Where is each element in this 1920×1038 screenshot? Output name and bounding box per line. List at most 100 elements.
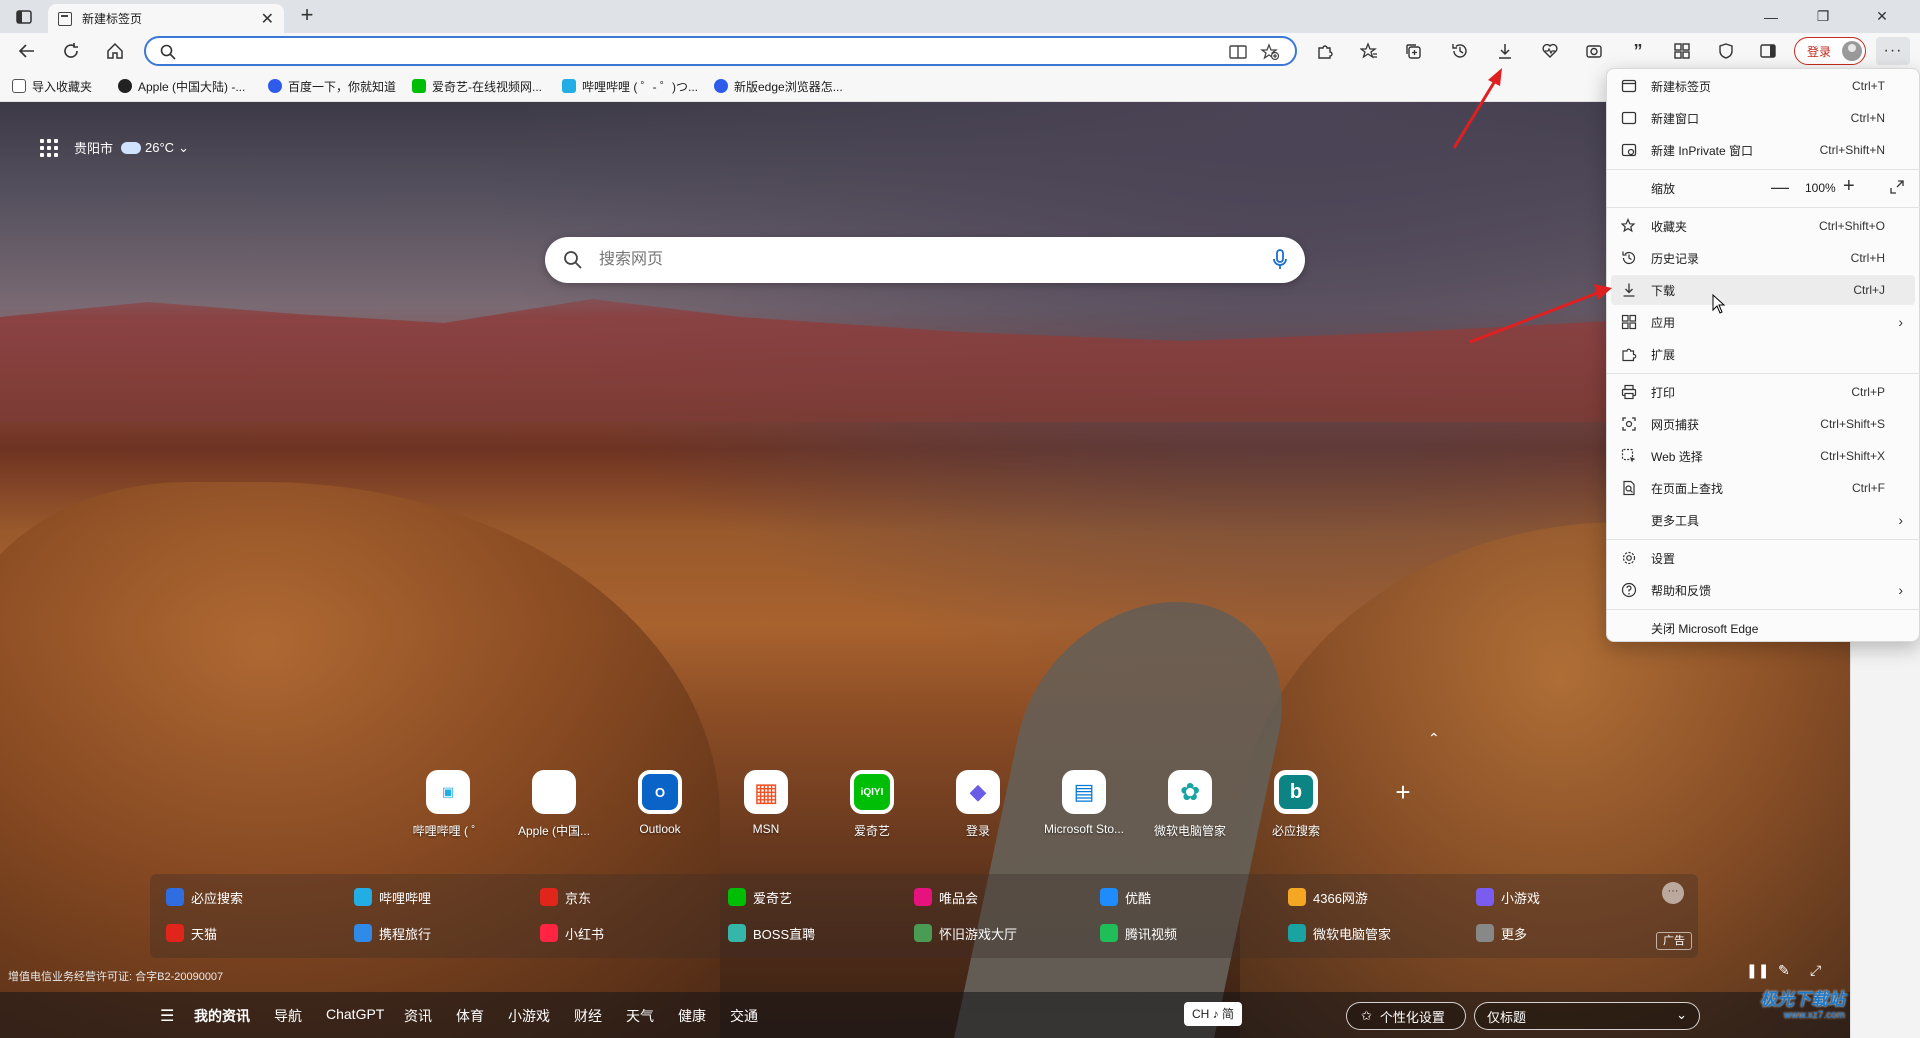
quick-link-tile[interactable]: ▣ 哔哩哔哩 ( ゜ <box>400 770 496 839</box>
menu-item-find[interactable]: 在页面上查找 Ctrl+F <box>1611 473 1915 503</box>
menu-item-close-edge[interactable]: 关闭 Microsoft Edge <box>1611 613 1915 643</box>
quick-link-tile[interactable]: O Outlook <box>612 770 708 836</box>
tab-actions-button[interactable] <box>10 5 38 29</box>
favorites-button[interactable] <box>1357 39 1381 63</box>
site-link[interactable]: 携程旅行 <box>354 922 431 944</box>
site-link[interactable]: 唯品会 <box>914 886 978 908</box>
quick-link-tile[interactable]: iQIYI 爱奇艺 <box>824 770 920 839</box>
tab-new-tab[interactable]: 新建标签页 ✕ <box>48 4 284 33</box>
menu-item-apps[interactable]: 应用 › <box>1611 307 1915 337</box>
menu-item-new-tab[interactable]: 新建标签页 Ctrl+T <box>1611 71 1915 101</box>
site-link[interactable]: 微软电脑管家 <box>1288 922 1391 944</box>
site-link[interactable]: 小游戏 <box>1476 886 1540 908</box>
quick-link-tile[interactable]: Apple (中国... <box>506 770 602 839</box>
close-window-button[interactable]: ✕ <box>1852 0 1912 33</box>
refresh-button[interactable] <box>56 37 86 65</box>
feed-tab[interactable]: 体育 <box>456 1006 484 1026</box>
site-link[interactable]: 爱奇艺 <box>728 886 792 908</box>
quote-button[interactable]: ” <box>1626 39 1650 63</box>
browser-essentials-button[interactable] <box>1714 39 1738 63</box>
chevron-down-icon[interactable]: ⌄ <box>178 140 189 156</box>
layout-select[interactable]: 仅标题 ⌄ <box>1474 1002 1700 1030</box>
menu-item-new-window[interactable]: 新建窗口 Ctrl+N <box>1611 103 1915 133</box>
web-search-box[interactable] <box>545 237 1305 283</box>
home-button[interactable] <box>100 37 130 65</box>
quick-link-tile[interactable]: b 必应搜索 <box>1248 770 1344 839</box>
site-link[interactable]: BOSS直聘 <box>728 922 815 944</box>
menu-item-history[interactable]: 历史记录 Ctrl+H <box>1611 243 1915 273</box>
add-favorite-icon[interactable] <box>1260 43 1280 61</box>
quick-link-tile[interactable]: ◆ 登录 <box>930 770 1026 839</box>
favorite-item[interactable]: Apple (中国大陆) -... <box>118 77 245 95</box>
fullscreen-icon[interactable] <box>1889 179 1905 195</box>
downloads-button[interactable] <box>1493 39 1517 63</box>
quick-link-tile[interactable]: ▤ Microsoft Sto... <box>1036 770 1132 836</box>
address-bar[interactable] <box>144 36 1297 66</box>
site-link[interactable]: 优酷 <box>1100 886 1151 908</box>
feed-tab[interactable]: 我的资讯 <box>194 1006 250 1026</box>
menu-item-help[interactable]: 帮助和反馈 › <box>1611 575 1915 605</box>
microphone-icon[interactable] <box>1273 249 1287 271</box>
quick-link-tile[interactable]: ▦ MSN <box>718 770 814 836</box>
new-tab-button[interactable]: + <box>294 3 320 29</box>
feed-tab[interactable]: 财经 <box>574 1006 602 1026</box>
edit-background-icon[interactable]: ✎ <box>1778 962 1790 979</box>
extensions-button[interactable] <box>1313 39 1337 63</box>
menu-item-more-tools[interactable]: 更多工具 › <box>1611 505 1915 535</box>
menu-item-favorites[interactable]: 收藏夹 Ctrl+Shift+O <box>1611 211 1915 241</box>
feed-tab[interactable]: 小游戏 <box>508 1006 550 1026</box>
feed-tab[interactable]: 健康 <box>678 1006 706 1026</box>
reader-mode-icon[interactable] <box>1228 43 1248 61</box>
collections-button[interactable] <box>1401 39 1425 63</box>
favorite-item[interactable]: 导入收藏夹 <box>12 77 92 95</box>
menu-item-downloads[interactable]: 下载 Ctrl+J <box>1611 275 1915 305</box>
menu-item-print[interactable]: 打印 Ctrl+P <box>1611 377 1915 407</box>
site-link[interactable]: 小红书 <box>540 922 604 944</box>
site-link[interactable]: 4366网游 <box>1288 886 1368 908</box>
feed-tab[interactable]: ChatGPT <box>326 1006 384 1022</box>
chevron-up-icon[interactable]: ⌃ <box>1428 730 1440 747</box>
app-launcher-icon[interactable] <box>40 138 58 157</box>
quick-link-tile[interactable]: ✿ 微软电脑管家 <box>1142 770 1238 839</box>
zoom-in-button[interactable]: + <box>1843 175 1855 198</box>
pause-background-icon[interactable]: ❚❚ <box>1746 962 1769 979</box>
screenshot-button[interactable] <box>1582 39 1606 63</box>
site-links-more-button[interactable]: ··· <box>1662 882 1684 904</box>
favorite-item[interactable]: 新版edge浏览器怎... <box>714 77 843 95</box>
minimize-button[interactable]: — <box>1748 0 1794 33</box>
feed-tab[interactable]: 交通 <box>730 1006 758 1026</box>
menu-item-inprivate[interactable]: 新建 InPrivate 窗口 Ctrl+Shift+N <box>1611 135 1915 165</box>
history-button[interactable] <box>1448 39 1472 63</box>
menu-item-settings[interactable]: 设置 <box>1611 543 1915 573</box>
site-link[interactable]: 怀旧游戏大厅 <box>914 922 1017 944</box>
site-link[interactable]: 天猫 <box>166 922 217 944</box>
site-link[interactable]: 哔哩哔哩 <box>354 886 431 908</box>
menu-item-web-select[interactable]: Web 选择 Ctrl+Shift+X <box>1611 441 1915 471</box>
menu-item-extensions[interactable]: 扩展 <box>1611 339 1915 369</box>
weather-widget[interactable]: 贵阳市 26°C ⌄ <box>40 138 189 157</box>
feed-tab[interactable]: 天气 <box>626 1006 654 1026</box>
menu-icon[interactable]: ☰ <box>160 1006 174 1026</box>
web-search-input[interactable] <box>599 249 1239 271</box>
apps-button[interactable] <box>1670 39 1694 63</box>
site-link[interactable]: 京东 <box>540 886 591 908</box>
settings-and-more-button[interactable]: ··· <box>1876 37 1910 65</box>
feed-tab[interactable]: 导航 <box>274 1006 302 1026</box>
favorite-item[interactable]: 爱奇艺-在线视频网... <box>412 77 542 95</box>
add-shortcut-button[interactable]: + <box>1388 778 1418 808</box>
site-link[interactable]: 更多 <box>1476 922 1527 944</box>
expand-icon[interactable]: ⤢ <box>1810 962 1821 979</box>
favorite-item[interactable]: 百度一下，你就知道 <box>268 77 396 95</box>
site-link[interactable]: 腾讯视频 <box>1100 922 1177 944</box>
site-link[interactable]: 必应搜索 <box>166 886 243 908</box>
personalize-button[interactable]: ✩ 个性化设置 <box>1346 1002 1466 1030</box>
menu-item-web-capture[interactable]: 网页捕获 Ctrl+Shift+S <box>1611 409 1915 439</box>
login-button[interactable]: 登录 <box>1794 37 1866 65</box>
zoom-out-button[interactable]: — <box>1771 177 1789 198</box>
back-button[interactable] <box>12 37 42 65</box>
health-button[interactable] <box>1538 39 1562 63</box>
sidebar-toggle-button[interactable] <box>1756 39 1780 63</box>
feed-tab[interactable]: 资讯 <box>404 1006 432 1026</box>
favorite-item[interactable]: 哔哩哔哩 ( ゜- ゜)つ... <box>562 77 698 95</box>
tab-close-icon[interactable]: ✕ <box>261 9 274 29</box>
